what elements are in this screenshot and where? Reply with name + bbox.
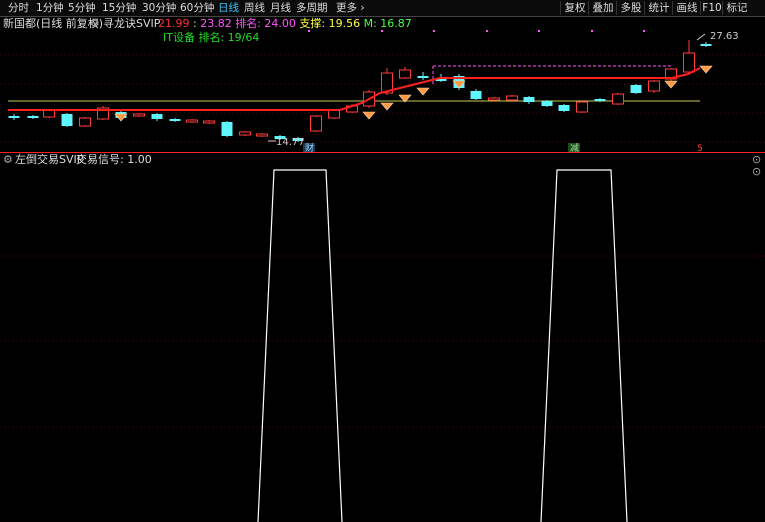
candle-body bbox=[594, 99, 606, 101]
diamond-icon bbox=[362, 111, 376, 120]
candle-body bbox=[630, 85, 642, 93]
diamond-icon bbox=[416, 87, 430, 96]
candle-body bbox=[328, 109, 340, 119]
kline-chart[interactable]: 27.63 14.77 财 减 5 bbox=[0, 0, 765, 522]
dot bbox=[433, 30, 435, 32]
candle bbox=[256, 133, 268, 137]
candle bbox=[523, 96, 535, 104]
candle bbox=[630, 84, 642, 94]
diamond-icon bbox=[664, 80, 678, 89]
candle bbox=[700, 42, 712, 47]
candle bbox=[203, 120, 215, 124]
candle bbox=[221, 121, 233, 137]
candle-body bbox=[169, 119, 181, 121]
main-grid bbox=[0, 54, 765, 143]
candle-body bbox=[683, 52, 695, 73]
trend-line bbox=[8, 67, 701, 111]
candle bbox=[27, 115, 39, 119]
candle-body bbox=[700, 44, 712, 46]
trade-signal-pulse-2 bbox=[540, 169, 628, 522]
candle-body bbox=[470, 91, 482, 99]
candle-body bbox=[558, 105, 570, 111]
candle bbox=[470, 89, 482, 100]
candle bbox=[612, 93, 624, 105]
candle bbox=[665, 68, 677, 81]
candle bbox=[239, 131, 251, 136]
marker-cai[interactable]: 财 bbox=[305, 142, 314, 154]
candle bbox=[61, 113, 73, 127]
candle-body bbox=[399, 69, 411, 79]
sub-grid bbox=[0, 255, 765, 428]
candle bbox=[186, 119, 198, 123]
candle bbox=[541, 100, 553, 107]
dot bbox=[643, 30, 645, 32]
candle bbox=[151, 113, 163, 121]
candle-body bbox=[133, 113, 145, 117]
candle-body bbox=[506, 95, 518, 101]
candle bbox=[169, 118, 181, 122]
candle bbox=[648, 80, 660, 93]
diamond-icon bbox=[699, 65, 713, 74]
candle-body bbox=[523, 97, 535, 102]
candle bbox=[97, 106, 109, 120]
candle-body bbox=[488, 97, 500, 101]
diamond-icon bbox=[380, 102, 394, 111]
candle-body bbox=[79, 117, 91, 127]
candle-body bbox=[310, 115, 322, 132]
candle bbox=[79, 117, 91, 127]
candle bbox=[576, 101, 588, 113]
high-pointer bbox=[696, 33, 706, 41]
dot bbox=[308, 30, 310, 32]
signal-dots bbox=[308, 30, 645, 32]
high-label: 27.63 bbox=[710, 31, 739, 42]
candle-body bbox=[239, 131, 251, 136]
candle-body bbox=[221, 122, 233, 136]
dot bbox=[486, 30, 488, 32]
dot bbox=[381, 30, 383, 32]
candle-body bbox=[61, 114, 73, 126]
candle-body bbox=[186, 119, 198, 123]
marker-five[interactable]: 5 bbox=[697, 144, 703, 154]
candle bbox=[310, 115, 322, 132]
dot bbox=[591, 30, 593, 32]
marker-jian[interactable]: 减 bbox=[570, 142, 579, 154]
candle-body bbox=[43, 109, 55, 118]
candle bbox=[399, 67, 411, 79]
candle-body bbox=[151, 114, 163, 119]
candle-body bbox=[612, 93, 624, 105]
candle-body bbox=[541, 101, 553, 106]
resistance-box bbox=[432, 65, 672, 84]
candle-body bbox=[27, 116, 39, 118]
candle bbox=[133, 113, 145, 117]
candle-body bbox=[203, 120, 215, 124]
candle bbox=[417, 72, 429, 80]
dot bbox=[538, 30, 540, 32]
candle bbox=[558, 104, 570, 112]
candle-body bbox=[648, 80, 660, 92]
candle-body bbox=[417, 76, 429, 78]
candle-body bbox=[256, 133, 268, 137]
trade-signal-pulse-1 bbox=[257, 169, 343, 522]
candle-body bbox=[8, 116, 20, 118]
low-label: 14.77 bbox=[276, 137, 305, 148]
candle-body bbox=[576, 101, 588, 113]
candle bbox=[683, 40, 695, 74]
candle bbox=[8, 114, 20, 120]
